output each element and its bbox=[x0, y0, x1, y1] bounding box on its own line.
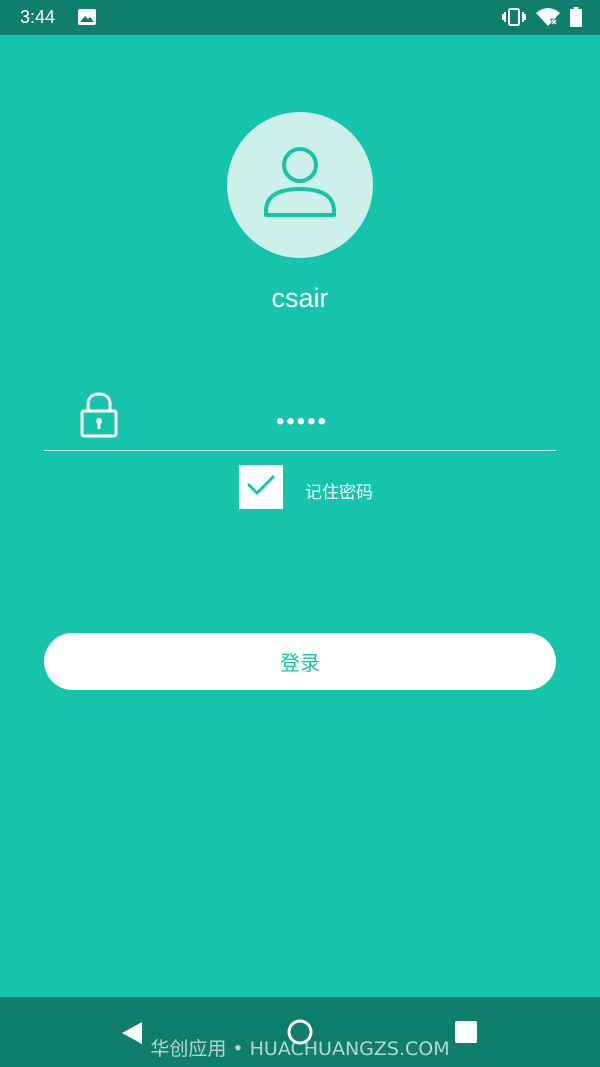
watermark: 华创应用 • HUACHUANGZS.COM bbox=[150, 1038, 450, 1060]
lock-icon bbox=[79, 392, 119, 438]
status-time: 3:44 bbox=[20, 7, 56, 27]
status-icons bbox=[502, 7, 582, 27]
remember-password-label[interactable]: 记住密码 bbox=[305, 478, 373, 503]
wifi-x-icon bbox=[536, 7, 560, 27]
username: csair bbox=[271, 283, 329, 313]
battery-icon bbox=[570, 7, 582, 27]
user-icon bbox=[260, 143, 340, 228]
avatar bbox=[227, 112, 373, 258]
vibrate-icon bbox=[502, 7, 526, 27]
checkmark-icon bbox=[246, 473, 276, 502]
image-icon bbox=[78, 9, 96, 25]
status-bar: 3:44 bbox=[0, 0, 600, 35]
login-button[interactable]: 登录 bbox=[44, 633, 556, 690]
remember-password-checkbox[interactable] bbox=[239, 465, 283, 509]
password-field[interactable] bbox=[140, 402, 464, 442]
password-underline bbox=[44, 450, 556, 451]
